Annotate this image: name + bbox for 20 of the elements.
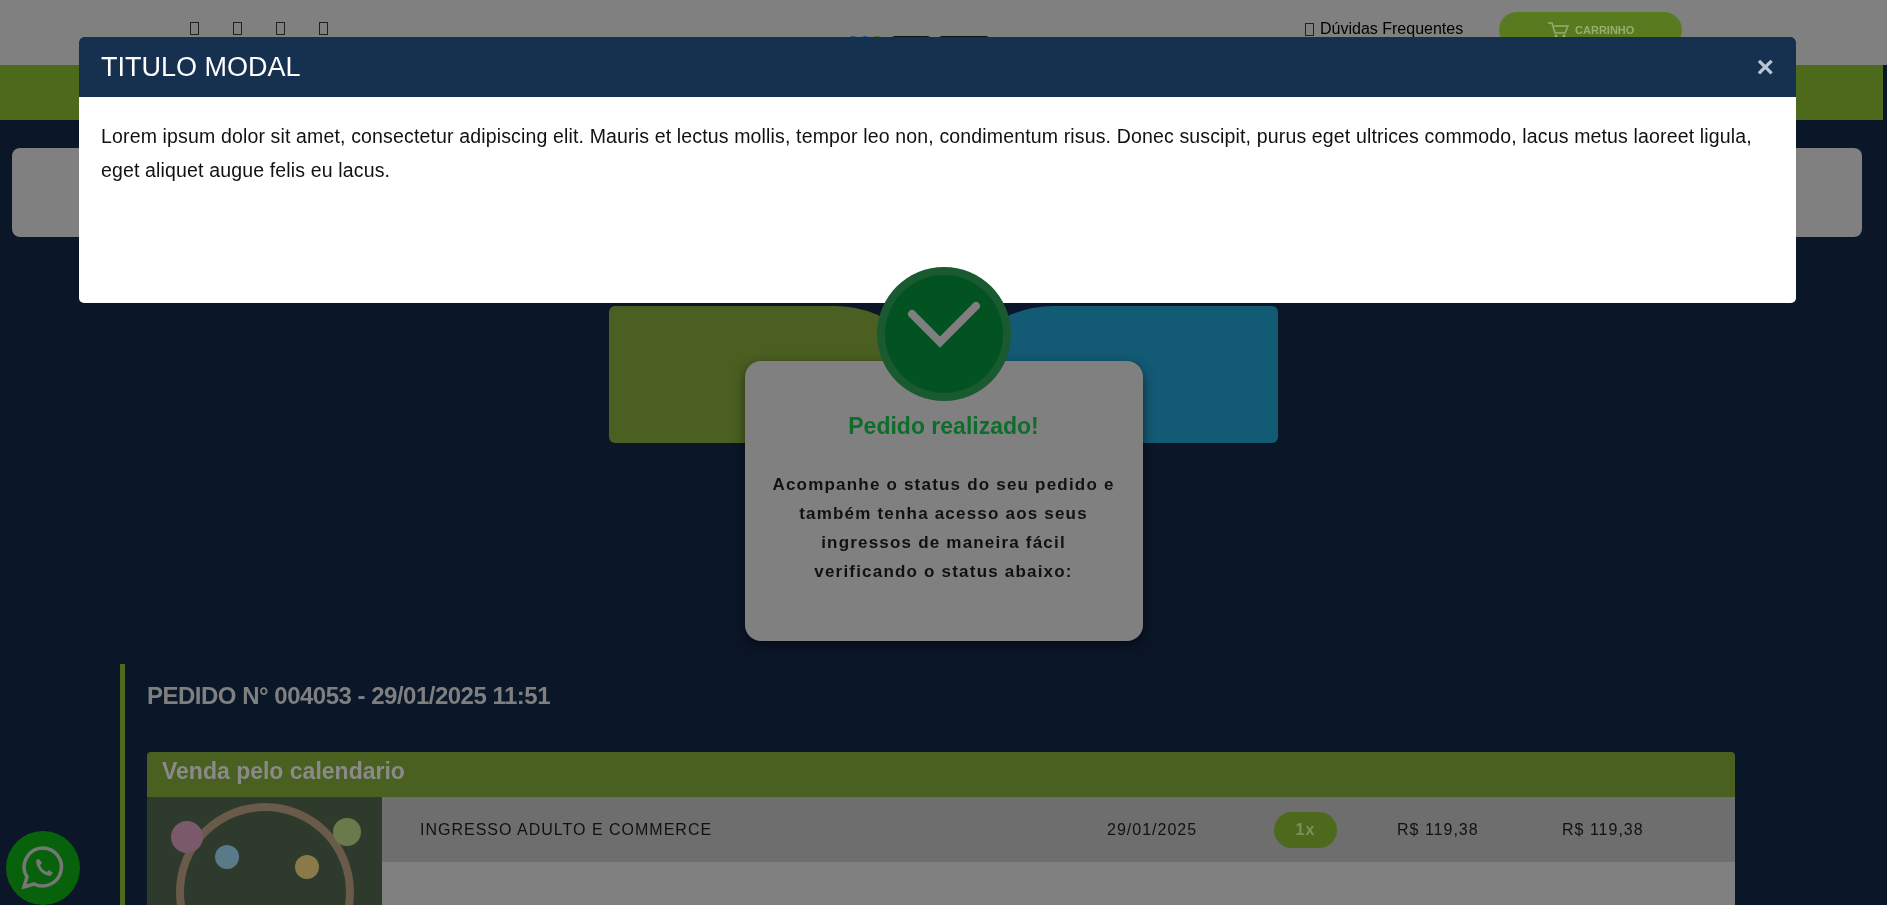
placeholder-icon[interactable]: [190, 22, 199, 35]
close-button[interactable]: ×: [1756, 50, 1774, 84]
item-name: INGRESSO ADULTO E COMMERCE: [419, 820, 714, 839]
modal-title: TITULO MODAL: [101, 51, 301, 83]
quantity-pill: 1x: [1274, 811, 1337, 848]
modal-text: Lorem ipsum dolor sit amet, consectetur adipiscing elit. Mauris et lectus mollis, tempor leo non, condimentum risus. Donec suscipit, purus eget ultrices commodo, lacus metus laoreet ligula, eget aliquet augue felis eu lacus.: [100, 124, 1753, 183]
item-date: 29/01/2025: [1107, 820, 1199, 839]
group-title: Venda pelo calendario: [147, 752, 1735, 797]
whatsapp-icon[interactable]: [6, 831, 81, 905]
item-price: R$ 119,38: [1397, 820, 1480, 839]
placeholder-icon[interactable]: [276, 22, 285, 35]
placeholder-icon[interactable]: [233, 22, 242, 35]
success-message: Acompanhe o status do seu pedido e também tenha acesso aos seus ingressos de maneira fácil verificando o status abaixo:: [771, 474, 1116, 583]
placeholder-icon: [1305, 22, 1314, 36]
placeholder-icon[interactable]: [319, 22, 328, 35]
faq-link[interactable]: Dúvidas Frequentes: [1320, 20, 1464, 38]
cart-icon: [1547, 21, 1570, 39]
order-title: PEDIDO N° 004053 - 29/01/2025 11:51: [147, 682, 552, 710]
item-total: R$ 119,38: [1562, 820, 1645, 839]
success-title: Pedido realizado!: [847, 413, 1040, 440]
